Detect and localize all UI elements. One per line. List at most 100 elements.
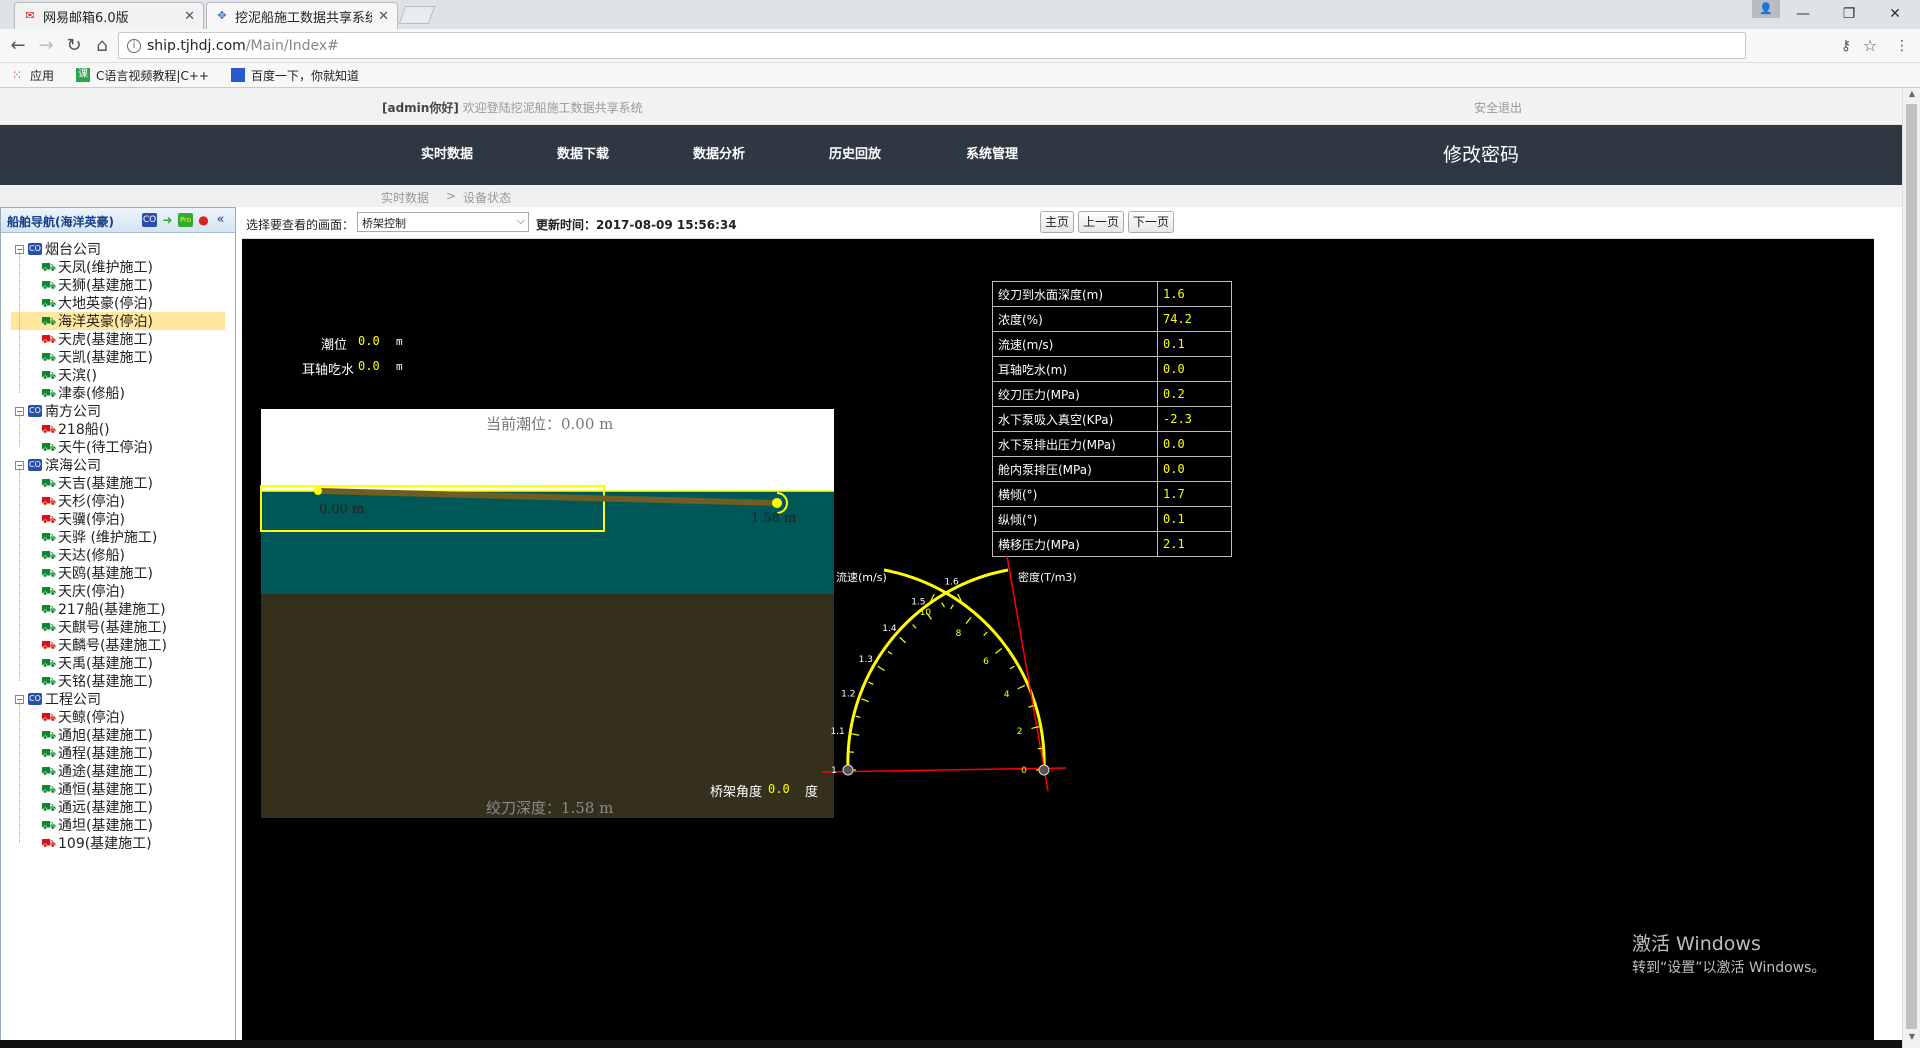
prev-page-button[interactable]: 上一页 bbox=[1078, 211, 1125, 233]
close-icon[interactable]: ✕ bbox=[378, 9, 389, 24]
breadcrumb-root[interactable]: 实时数据 bbox=[381, 189, 429, 206]
tree-ship-item[interactable]: ⛟ 天凯(基建施工) bbox=[41, 348, 153, 366]
tree-ship-item[interactable]: ⛟ 天庆(停泊) bbox=[41, 582, 125, 600]
tab-mail[interactable]: ✉ 网易邮箱6.0版 ✕ bbox=[14, 2, 204, 29]
window-close-icon[interactable]: ✕ bbox=[1872, 0, 1918, 28]
scrollbar-thumb[interactable] bbox=[1906, 104, 1917, 1029]
tree-ship-item[interactable]: ⛟ 天滨() bbox=[41, 366, 97, 384]
tree-ship-item[interactable]: ⛟ 天牛(待工停泊) bbox=[41, 438, 153, 456]
tree-company[interactable]: − CO 工程公司 bbox=[15, 690, 101, 708]
nav-system-admin[interactable]: 系统管理 bbox=[966, 125, 1018, 185]
c-course-icon: 课 bbox=[76, 68, 91, 82]
forward-icon[interactable]: → bbox=[34, 34, 58, 58]
ship-icon: ⛟ bbox=[41, 529, 57, 544]
panel-title: 船舶导航(海洋英豪) bbox=[7, 215, 114, 229]
tree-ship-item[interactable]: ⛟ 天禹(基建施工) bbox=[41, 654, 153, 672]
tree-ship-item[interactable]: ⛟ 通恒(基建施工) bbox=[41, 780, 153, 798]
close-icon[interactable]: ✕ bbox=[184, 9, 195, 24]
nav-change-password[interactable]: 修改密码 bbox=[1443, 125, 1519, 185]
scroll-up-icon[interactable]: ▲ bbox=[1903, 89, 1920, 103]
tree-ship-item[interactable]: ⛟ 天麒号(基建施工) bbox=[41, 618, 167, 636]
tree-ship-item[interactable]: ⛟ 天骥(停泊) bbox=[41, 510, 125, 528]
next-page-button[interactable]: 下一页 bbox=[1128, 211, 1175, 233]
tree-ship-item[interactable]: ⛟ 218船() bbox=[41, 420, 110, 438]
velocity-tick bbox=[1031, 726, 1040, 729]
menu-icon[interactable]: ⋮ bbox=[1890, 34, 1914, 58]
tree-ship-item[interactable]: ⛟ 天鲸(停泊) bbox=[41, 708, 125, 726]
new-tab-button[interactable] bbox=[398, 6, 436, 24]
nav-realtime-data[interactable]: 实时数据 bbox=[421, 125, 473, 185]
home-page-button[interactable]: 主页 bbox=[1040, 211, 1075, 233]
tree-ship-item[interactable]: ⛟ 天麟号(基建施工) bbox=[41, 636, 167, 654]
main-nav: 实时数据 数据下载 数据分析 历史回放 系统管理 修改密码 bbox=[0, 125, 1902, 185]
velocity-pivot bbox=[1038, 764, 1050, 776]
address-bar[interactable]: i ship.tjhdj.com/Main/Index# bbox=[118, 32, 1746, 59]
tree-company[interactable]: − CO 烟台公司 bbox=[15, 240, 101, 258]
velocity-tick bbox=[950, 604, 954, 610]
tree-ship-item[interactable]: ⛟ 天鸥(基建施工) bbox=[41, 564, 153, 582]
nav-history-playback[interactable]: 历史回放 bbox=[829, 125, 881, 185]
view-select[interactable]: 桥架控制 ⌵ bbox=[357, 212, 529, 232]
home-icon[interactable]: ⌂ bbox=[90, 34, 114, 58]
ship-icon: ⛟ bbox=[41, 565, 57, 580]
breadcrumb-separator: > bbox=[446, 189, 457, 203]
page-scrollbar[interactable]: ▲ ▼ bbox=[1902, 88, 1920, 1048]
density-tick bbox=[912, 624, 917, 629]
bookmark-baidu[interactable]: 🐾 百度一下，你就知道 bbox=[230, 67, 359, 84]
nav-data-download[interactable]: 数据下载 bbox=[557, 125, 609, 185]
collapse-icon[interactable]: « bbox=[213, 213, 228, 227]
tree-company[interactable]: − CO 滨海公司 bbox=[15, 456, 101, 474]
ship-icon: ⛟ bbox=[41, 421, 57, 436]
tree-ship-item[interactable]: ⛟ 通坦(基建施工) bbox=[41, 816, 153, 834]
tree-company[interactable]: − CO 南方公司 bbox=[15, 402, 101, 420]
back-icon[interactable]: ← bbox=[6, 34, 30, 58]
company-view-icon[interactable]: CO bbox=[142, 213, 157, 227]
tree-ship-item[interactable]: ⛟ 海洋英豪(停泊) bbox=[11, 312, 225, 330]
tree-ship-item[interactable]: ⛟ 天铭(基建施工) bbox=[41, 672, 153, 690]
ship-icon: ⛟ bbox=[41, 655, 57, 670]
tree-ship-item[interactable]: ⛟ 天骅 (维护施工) bbox=[41, 528, 157, 546]
reload-icon[interactable]: ↻ bbox=[62, 34, 86, 58]
tree-ship-item[interactable]: ⛟ 通远(基建施工) bbox=[41, 798, 153, 816]
tree-ship-item[interactable]: ⛟ 天杉(停泊) bbox=[41, 492, 125, 510]
tree-ship-item[interactable]: ⛟ 天虎(基建施工) bbox=[41, 330, 153, 348]
ship-name: 218船() bbox=[58, 422, 110, 438]
info-icon[interactable]: i bbox=[127, 38, 141, 53]
velocity-tick-label: 10 bbox=[920, 608, 932, 618]
tree-ship-item[interactable]: ⛟ 217船(基建施工) bbox=[41, 600, 166, 618]
arrow-right-icon[interactable]: ➜ bbox=[160, 213, 175, 227]
table-key: 耳轴吃水(m) bbox=[992, 356, 1158, 382]
density-tick-label: 1.3 bbox=[859, 655, 873, 665]
tree-ship-item[interactable]: ⛟ 津泰(修船) bbox=[41, 384, 125, 402]
bookmark-c-course[interactable]: 课 C语言视频教程|C++ bbox=[76, 67, 209, 84]
tree-ship-item[interactable]: ⛟ 天狮(基建施工) bbox=[41, 276, 153, 294]
map-pin-icon[interactable]: ● bbox=[196, 213, 211, 227]
tree-ship-item[interactable]: ⛟ 天凤(维护施工) bbox=[41, 258, 153, 276]
tree-ship-item[interactable]: ⛟ 通途(基建施工) bbox=[41, 762, 153, 780]
key-icon[interactable]: ⚷ bbox=[1834, 34, 1858, 58]
pro-icon[interactable]: Pro bbox=[178, 213, 193, 227]
tree-ship-item[interactable]: ⛟ 天吉(基建施工) bbox=[41, 474, 153, 492]
restore-icon[interactable]: ❐ bbox=[1826, 0, 1872, 28]
tab-dredger-system[interactable]: ✥ 挖泥船施工数据共享系统 ✕ bbox=[206, 2, 398, 29]
tree-ship-item[interactable]: ⛟ 109(基建施工) bbox=[41, 834, 152, 852]
table-value: 0.0 bbox=[1157, 456, 1232, 482]
ship-name: 天庆(停泊) bbox=[58, 584, 125, 600]
minimize-icon[interactable]: — bbox=[1780, 0, 1826, 28]
ship-name: 通途(基建施工) bbox=[58, 764, 153, 780]
bookmark-star-icon[interactable]: ☆ bbox=[1858, 34, 1882, 58]
ship-icon: ⛟ bbox=[41, 673, 57, 688]
tree-ship-item[interactable]: ⛟ 通旭(基建施工) bbox=[41, 726, 153, 744]
scroll-down-icon[interactable]: ▼ bbox=[1903, 1032, 1920, 1046]
nav-data-analysis[interactable]: 数据分析 bbox=[693, 125, 745, 185]
bookmark-apps[interactable]: ⁙ 应用 bbox=[10, 67, 54, 84]
profile-icon[interactable]: 👤 bbox=[1752, 0, 1780, 18]
logout-link[interactable]: 安全退出 bbox=[1474, 99, 1522, 116]
page: [admin你好] 欢迎登陆挖泥船施工数据共享系统 安全退出 实时数据 数据下载… bbox=[0, 88, 1902, 1048]
tree-ship-item[interactable]: ⛟ 大地英豪(停泊) bbox=[41, 294, 153, 312]
tree-ship-item[interactable]: ⛟ 天达(修船) bbox=[41, 546, 125, 564]
ship-name: 天凤(维护施工) bbox=[58, 260, 153, 276]
browser-tabstrip: ✉ 网易邮箱6.0版 ✕ ✥ 挖泥船施工数据共享系统 ✕ 👤 — ❐ ✕ bbox=[0, 0, 1920, 29]
tree-ship-item[interactable]: ⛟ 通程(基建施工) bbox=[41, 744, 153, 762]
chevron-down-icon: ⌵ bbox=[516, 214, 525, 227]
